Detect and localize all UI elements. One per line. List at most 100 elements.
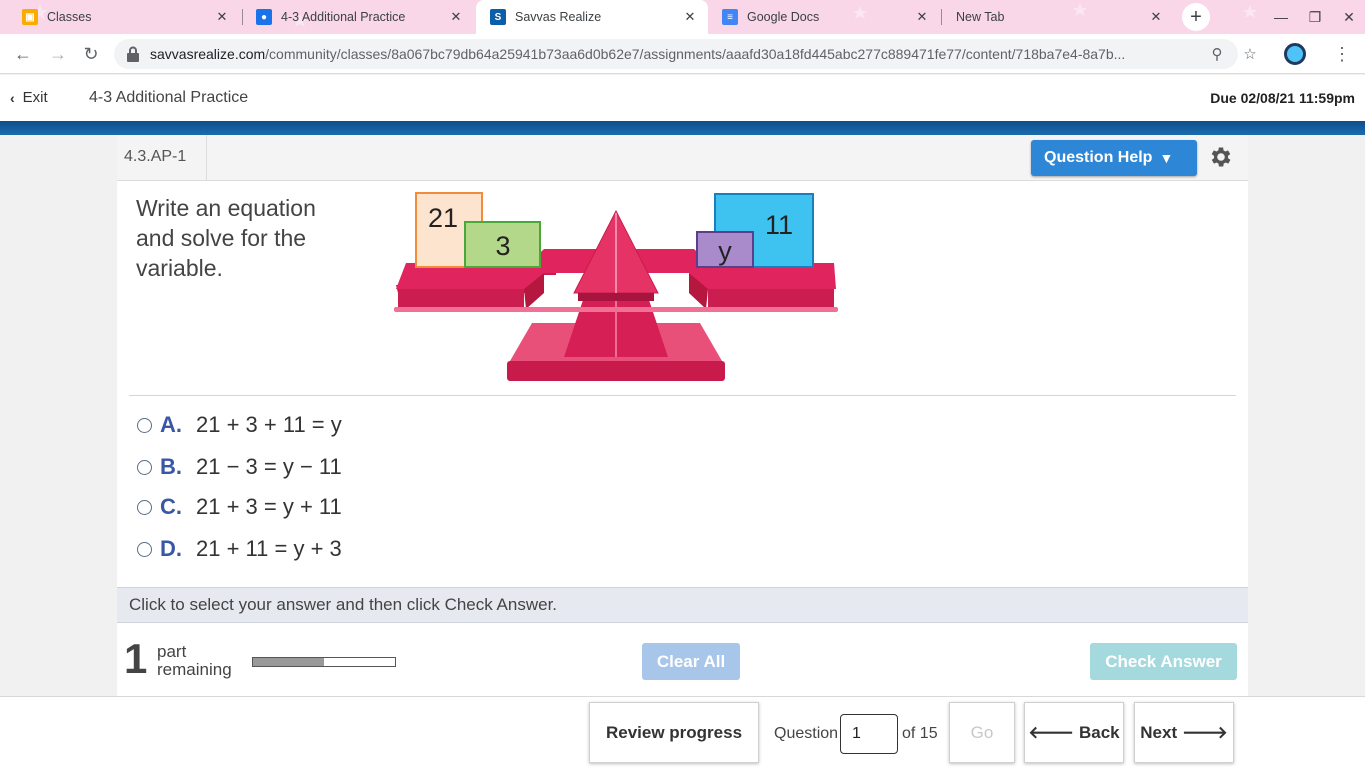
tab-classes[interactable]: ▣ Classes ✕ <box>8 0 240 34</box>
block-11-label: 11 <box>765 210 793 240</box>
omnibox[interactable]: savvasrealize.com/community/classes/8a06… <box>114 39 1257 69</box>
divider <box>129 395 1236 396</box>
url-host: savvasrealize.com <box>150 46 266 62</box>
docs-icon: ≡ <box>722 9 738 25</box>
assignment-title: 4-3 Additional Practice <box>89 89 249 106</box>
browser-tab-strip: ▣ Classes ✕ ● 4-3 Additional Practice ✕ … <box>0 0 1365 34</box>
more-menu-icon[interactable]: ⋮ <box>1332 43 1352 65</box>
beam-lip <box>394 307 838 312</box>
tab-additional-practice[interactable]: ● 4-3 Additional Practice ✕ <box>242 0 474 34</box>
go-button[interactable]: Go <box>949 702 1015 763</box>
progress-fill <box>253 658 324 666</box>
assignment-icon: ● <box>256 9 272 25</box>
choice-letter: D. <box>160 536 182 561</box>
block-3-label: 3 <box>495 231 510 261</box>
question-panel: 4.3.AP-1 Question Help ▼ Write an equati… <box>117 135 1248 696</box>
fulcrum-base <box>578 293 654 301</box>
choice-b[interactable]: B. 21 − 3 = y − 11 <box>137 451 342 483</box>
question-help-label: Question Help <box>1044 149 1153 166</box>
close-icon[interactable]: ✕ <box>214 9 230 25</box>
back-label: Back <box>1078 722 1120 742</box>
tab-new-tab[interactable]: New Tab ✕ <box>942 0 1174 34</box>
check-answer-button[interactable]: Check Answer <box>1090 643 1237 680</box>
radio-button[interactable] <box>137 541 152 557</box>
reload-icon[interactable]: ↻ <box>80 43 102 65</box>
choice-letter: B. <box>160 454 182 479</box>
radio-button[interactable] <box>137 499 152 515</box>
zoom-icon[interactable]: ⚲ <box>1207 45 1227 65</box>
question-total: of 15 <box>902 725 938 742</box>
profile-avatar-icon[interactable] <box>1284 43 1306 65</box>
radio-button[interactable] <box>137 459 152 475</box>
question-id: 4.3.AP-1 <box>117 135 207 181</box>
tab-google-docs[interactable]: ≡ Google Docs ✕ <box>708 0 940 34</box>
restore-button[interactable]: ❐ <box>1304 6 1326 28</box>
caret-down-icon: ▼ <box>1159 150 1174 166</box>
gear-icon[interactable] <box>1208 144 1234 170</box>
tab-label: Classes <box>47 10 92 24</box>
arrow-left-icon: 🡐 <box>1028 722 1074 742</box>
beam-pan-right <box>708 289 834 309</box>
arrow-right-icon: 🡒 <box>1182 722 1228 742</box>
minimize-button[interactable]: — <box>1270 6 1292 28</box>
classroom-icon: ▣ <box>22 9 38 25</box>
header-band <box>0 121 1365 135</box>
next-button[interactable]: Next 🡒 <box>1134 702 1234 763</box>
parts-label-line2: remaining <box>157 660 232 679</box>
chevron-left-icon: ‹ <box>10 89 15 106</box>
close-icon[interactable]: ✕ <box>914 9 930 25</box>
forward-arrow-icon[interactable]: → <box>47 43 69 65</box>
address-bar: ← → ↻ savvasrealize.com/community/classe… <box>0 34 1365 74</box>
parts-remaining-label: part remaining <box>157 643 232 679</box>
choice-letter: A. <box>160 412 182 437</box>
due-date: Due 02/08/21 11:59pm <box>1210 90 1355 106</box>
review-progress-button[interactable]: Review progress <box>589 702 759 763</box>
parts-remaining-count: 1 <box>124 635 148 682</box>
radio-button[interactable] <box>137 417 152 433</box>
tab-label: New Tab <box>956 10 1005 24</box>
new-tab-button[interactable]: + <box>1182 3 1210 31</box>
question-prompt: Write an equation and solve for the vari… <box>136 195 316 281</box>
app-header: ‹ Exit 4-3 Additional Practice Due 02/08… <box>0 75 1365 121</box>
question-number-label: Question <box>774 725 839 742</box>
tab-label: Savvas Realize <box>515 10 602 24</box>
choice-expression: 21 + 3 = y + 11 <box>196 494 342 519</box>
star-icon[interactable]: ☆ <box>1240 45 1260 65</box>
balance-scale-illustration: 21 3 11 y <box>394 192 838 381</box>
back-arrow-icon[interactable]: ← <box>12 43 34 65</box>
choice-a[interactable]: A. 21 + 3 + 11 = y <box>137 409 342 441</box>
next-label: Next <box>1140 722 1178 742</box>
choice-d[interactable]: D. 21 + 11 = y + 3 <box>137 533 342 565</box>
close-icon[interactable]: ✕ <box>682 9 698 25</box>
back-button[interactable]: 🡐 Back <box>1024 702 1124 763</box>
tab-savvas-realize[interactable]: S Savvas Realize ✕ <box>476 0 708 34</box>
choice-letter: C. <box>160 494 182 519</box>
tab-label: Google Docs <box>747 10 820 24</box>
clear-all-button[interactable]: Clear All <box>642 643 740 680</box>
choice-expression: 21 + 3 + 11 = y <box>196 412 342 437</box>
tab-label: 4-3 Additional Practice <box>281 10 406 24</box>
plus-icon: + <box>1190 5 1202 28</box>
savvas-icon: S <box>490 9 506 25</box>
close-icon[interactable]: ✕ <box>1148 9 1164 25</box>
choice-expression: 21 − 3 = y − 11 <box>196 454 342 479</box>
question-help-button[interactable]: Question Help ▼ <box>1031 140 1197 176</box>
choice-c[interactable]: C. 21 + 3 = y + 11 <box>137 491 342 523</box>
beam-pan-left <box>398 289 524 309</box>
block-21-label: 21 <box>428 203 458 233</box>
question-toolbar: 4.3.AP-1 Question Help ▼ <box>117 135 1248 181</box>
choice-expression: 21 + 11 = y + 3 <box>196 536 342 561</box>
exit-label: Exit <box>22 89 48 106</box>
question-number-input[interactable] <box>840 714 898 754</box>
block-y-label: y <box>718 236 732 266</box>
url-text: savvasrealize.com/community/classes/8a06… <box>150 46 1200 62</box>
lock-icon <box>127 46 139 62</box>
parts-progress-bar <box>252 657 396 667</box>
close-window-button[interactable]: ✕ <box>1338 6 1360 28</box>
close-icon[interactable]: ✕ <box>448 9 464 25</box>
footer-nav: Review progress Question of 15 Go 🡐 Back… <box>0 696 1365 768</box>
instruction-bar: Click to select your answer and then cli… <box>117 587 1248 623</box>
url-path: /community/classes/8a067bc79db64a25941b7… <box>265 46 1126 62</box>
exit-button[interactable]: ‹ Exit <box>10 89 48 106</box>
parts-label-line1: part <box>157 642 187 661</box>
